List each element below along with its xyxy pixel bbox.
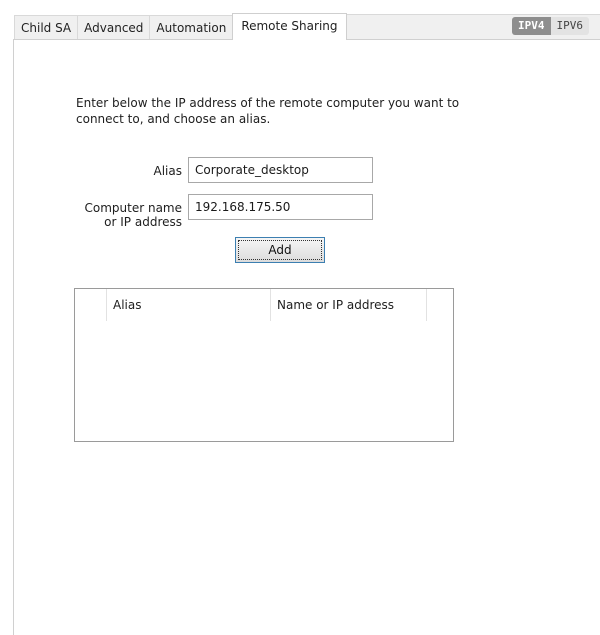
column-header-address[interactable]: Name or IP address [271, 289, 427, 321]
tab-child-sa[interactable]: Child SA [14, 15, 79, 40]
list-header: Alias Name or IP address [75, 289, 453, 321]
ipv4-toggle[interactable]: IPV4 [512, 17, 551, 35]
tab-list: Child SA Advanced Automation Remote Shar… [14, 13, 347, 40]
tab-automation[interactable]: Automation [149, 15, 234, 40]
address-label-line1: Computer name [84, 201, 183, 215]
column-header-alias[interactable]: Alias [107, 289, 271, 321]
alias-input[interactable] [188, 157, 373, 183]
tab-strip: Child SA Advanced Automation Remote Shar… [0, 0, 600, 40]
add-button[interactable]: Add [235, 237, 325, 263]
list-header-spacer [75, 289, 107, 321]
remote-sharing-panel: Enter below the IP address of the remote… [13, 39, 600, 635]
add-button-label: Add [268, 243, 292, 257]
address-input[interactable] [188, 194, 373, 220]
ipv6-toggle[interactable]: IPV6 [550, 17, 589, 35]
alias-label: Alias [153, 164, 182, 178]
tab-advanced[interactable]: Advanced [77, 15, 151, 40]
tab-remote-sharing[interactable]: Remote Sharing [232, 13, 347, 40]
address-label-line2: or IP address [104, 215, 182, 229]
remote-sharing-window: Child SA Advanced Automation Remote Shar… [0, 0, 600, 635]
instructions-text: Enter below the IP address of the remote… [76, 96, 460, 126]
remote-computers-list[interactable]: Alias Name or IP address [74, 288, 454, 442]
ip-version-toggle: IPV4 IPV6 [512, 17, 589, 35]
address-label: Computer name or IP address [74, 201, 183, 229]
